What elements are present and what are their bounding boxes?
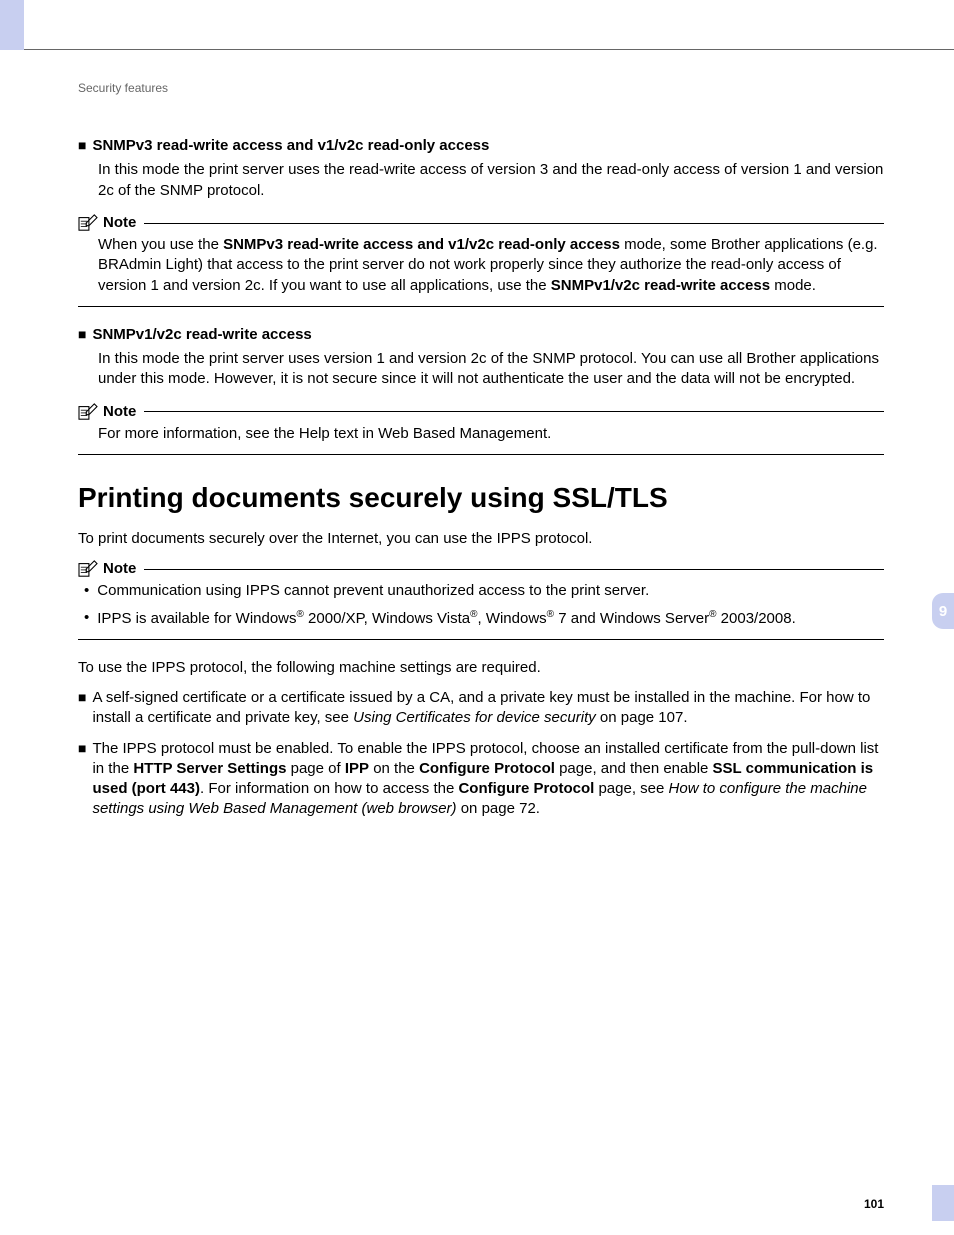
section-title: SNMPv3 read-write access and v1/v2c read… xyxy=(92,136,489,156)
list-item-text: A self-signed certificate or a certifica… xyxy=(92,688,884,729)
note-label: Note xyxy=(103,402,136,422)
section-title: SNMPv1/v2c read-write access xyxy=(92,325,311,345)
note-label: Note xyxy=(103,213,136,233)
list-item-text: The IPPS protocol must be enabled. To en… xyxy=(92,739,884,820)
note-bullet-text: IPPS is available for Windows® 2000/XP, … xyxy=(97,608,795,629)
bold-text: Configure Protocol xyxy=(458,780,594,797)
note-body: When you use the SNMPv3 read-write acces… xyxy=(98,235,884,296)
note-rule xyxy=(144,569,884,570)
note-close-rule xyxy=(78,639,884,640)
text: . For information on how to access the xyxy=(200,780,458,797)
text: page, see xyxy=(594,780,668,797)
registered-icon: ® xyxy=(709,609,716,620)
page-number: 101 xyxy=(864,1197,884,1211)
list-item: • IPPS is available for Windows® 2000/XP… xyxy=(78,608,884,629)
text: page of xyxy=(286,760,344,777)
note-bold: SNMPv3 read-write access and v1/v2c read… xyxy=(223,236,620,253)
bold-text: HTTP Server Settings xyxy=(133,760,286,777)
square-bullet-icon: ■ xyxy=(78,688,86,729)
note-pencil-icon xyxy=(78,403,98,421)
registered-icon: ® xyxy=(297,609,304,620)
note-text: mode. xyxy=(770,277,816,294)
list-item: ■ A self-signed certificate or a certifi… xyxy=(78,688,884,729)
header-bar xyxy=(0,0,954,50)
breadcrumb: Security features xyxy=(78,80,884,96)
note-pencil-icon xyxy=(78,560,98,578)
note-bullet-text: Communication using IPPS cannot prevent … xyxy=(97,581,649,601)
note-body: For more information, see the Help text … xyxy=(98,424,884,444)
footer-accent xyxy=(932,1185,954,1221)
note-rule xyxy=(144,411,884,412)
text: 7 and Windows Server xyxy=(554,610,709,627)
text: , Windows xyxy=(477,610,546,627)
square-bullet-icon: ■ xyxy=(78,739,86,820)
note-close-rule xyxy=(78,454,884,455)
square-bullet-icon: ■ xyxy=(78,325,86,345)
note-close-rule xyxy=(78,306,884,307)
square-bullet-icon: ■ xyxy=(78,136,86,156)
header-rule xyxy=(24,49,954,50)
note-bold: SNMPv1/v2c read-write access xyxy=(551,277,770,294)
note-rule xyxy=(144,223,884,224)
note-text: When you use the xyxy=(98,236,223,253)
bold-text: IPP xyxy=(345,760,369,777)
section-body: In this mode the print server uses versi… xyxy=(98,349,884,390)
text: page, and then enable xyxy=(555,760,713,777)
bold-text: Configure Protocol xyxy=(419,760,555,777)
section-body: In this mode the print server uses the r… xyxy=(98,160,884,201)
dot-bullet-icon: • xyxy=(84,581,89,601)
text: on the xyxy=(369,760,419,777)
registered-icon: ® xyxy=(547,609,554,620)
text: on page 72. xyxy=(457,800,540,817)
text: 2003/2008. xyxy=(717,610,796,627)
text: 2000/XP, Windows Vista xyxy=(304,610,470,627)
header-accent xyxy=(0,0,24,50)
list-item: ■ The IPPS protocol must be enabled. To … xyxy=(78,739,884,820)
text: IPPS is available for Windows xyxy=(97,610,296,627)
intro-text-2: To use the IPPS protocol, the following … xyxy=(78,658,884,678)
text: on page 107. xyxy=(596,709,688,726)
dot-bullet-icon: • xyxy=(84,608,89,629)
note-label: Note xyxy=(103,559,136,579)
list-item: • Communication using IPPS cannot preven… xyxy=(78,581,884,601)
note-pencil-icon xyxy=(78,214,98,232)
intro-text: To print documents securely over the Int… xyxy=(78,529,884,549)
chapter-tab: 9 xyxy=(932,593,954,629)
link-text[interactable]: Using Certificates for device security xyxy=(353,709,596,726)
page-title: Printing documents securely using SSL/TL… xyxy=(78,479,884,517)
